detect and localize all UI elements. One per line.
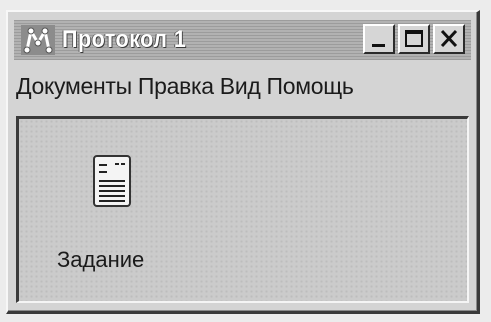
app-window: Протокол 1 Документы Правка Вид Помощь З… — [6, 10, 480, 314]
task-document-shortcut[interactable]: Задание — [57, 149, 177, 289]
shortcut-label: Задание — [57, 247, 145, 272]
minimize-button[interactable] — [363, 24, 395, 54]
window-title: Протокол 1 — [62, 26, 187, 53]
menu-documents[interactable]: Документы — [14, 73, 136, 100]
maximize-icon — [405, 30, 423, 47]
title-bar[interactable]: Протокол 1 — [14, 20, 471, 60]
close-button[interactable] — [433, 24, 465, 54]
menu-bar: Документы Правка Вид Помощь — [14, 64, 471, 108]
minimize-icon — [372, 44, 385, 47]
network-app-icon[interactable] — [21, 25, 55, 55]
document-icon — [93, 155, 131, 207]
menu-edit[interactable]: Правка — [136, 73, 218, 100]
close-icon — [440, 29, 458, 48]
workspace-area: Задание — [16, 116, 469, 303]
maximize-button[interactable] — [398, 24, 430, 54]
menu-view[interactable]: Вид — [218, 73, 265, 100]
menu-help[interactable]: Помощь — [265, 73, 358, 100]
